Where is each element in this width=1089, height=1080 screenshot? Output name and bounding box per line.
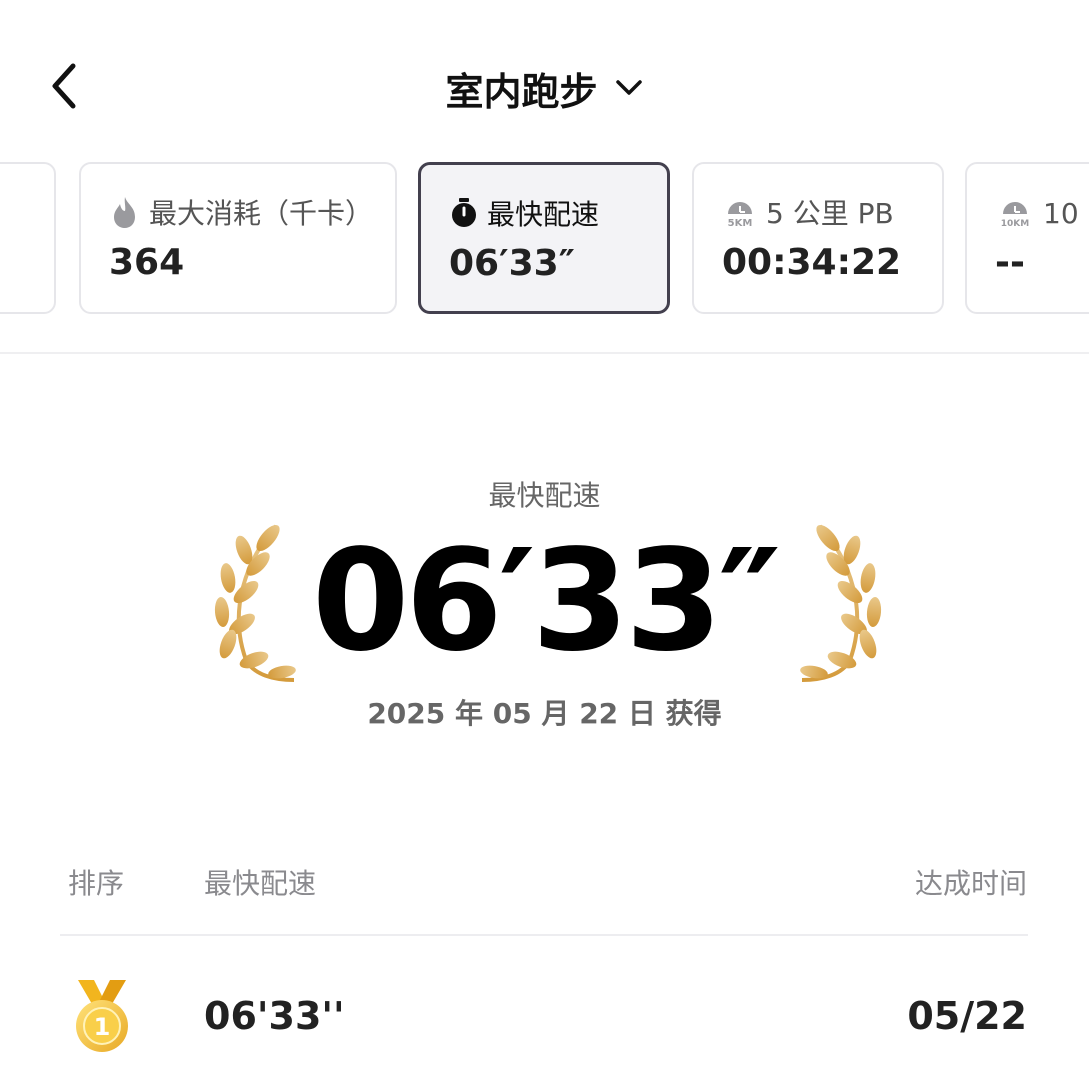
svg-text:1: 1 xyxy=(94,1013,111,1041)
hero-caption: 最快配速 xyxy=(488,479,601,512)
svg-text:5KM: 5KM xyxy=(728,218,753,228)
clock-5km-icon: 5KM xyxy=(722,196,758,228)
divider xyxy=(60,934,1028,936)
stat-card-value: 364 xyxy=(109,242,185,283)
page: 室内跑步 最大消耗（千卡） 364 最快配速 06′33″ 5KM 5 公里 P… xyxy=(0,0,1089,1080)
stat-card-fastest-pace[interactable]: 最快配速 06′33″ xyxy=(418,162,670,314)
stat-card-value: 00:34:22 xyxy=(722,242,902,283)
stat-card-10km-pb[interactable]: 10KM 10 公 -- xyxy=(965,162,1089,314)
stat-card-previous[interactable] xyxy=(0,162,56,314)
flame-icon xyxy=(109,195,141,229)
stat-card-value: -- xyxy=(995,242,1025,283)
stat-card-5km-pb[interactable]: 5KM 5 公里 PB 00:34:22 xyxy=(692,162,944,314)
stat-card-label: 10 公 xyxy=(1043,197,1089,230)
page-title: 室内跑步 xyxy=(445,69,598,114)
stat-card-label: 最大消耗（千卡） xyxy=(149,197,374,230)
hero-date: 2025 年 05 月 22 日 获得 xyxy=(367,697,722,730)
column-header-time: 达成时间 xyxy=(914,867,1027,900)
stat-card-value: 06′33″ xyxy=(449,243,575,284)
sport-type-selector[interactable]: 室内跑步 xyxy=(0,60,1089,116)
gold-medal-icon: 1 xyxy=(76,980,128,1052)
divider xyxy=(0,352,1089,354)
row-pace: 06'33'' xyxy=(204,994,345,1038)
stat-card-max-calories[interactable]: 最大消耗（千卡） 364 xyxy=(79,162,397,314)
stat-card-label: 最快配速 xyxy=(487,198,600,231)
column-header-rank: 排序 xyxy=(68,867,125,900)
column-header-pace: 最快配速 xyxy=(204,867,317,900)
table-row[interactable]: 1 06'33'' 05/22 xyxy=(0,970,1089,1070)
stat-cards-row[interactable]: 最大消耗（千卡） 364 最快配速 06′33″ 5KM 5 公里 PB 00:… xyxy=(0,162,1089,316)
svg-text:10KM: 10KM xyxy=(1001,219,1029,228)
stopwatch-icon xyxy=(449,197,479,229)
stat-card-label: 5 公里 PB xyxy=(766,197,894,230)
clock-10km-icon: 10KM xyxy=(995,196,1035,228)
laurel-right-icon xyxy=(800,524,882,682)
hero-fastest-pace: 06′33″ xyxy=(311,520,781,683)
chevron-down-icon xyxy=(614,73,644,103)
row-date: 05/22 xyxy=(907,994,1027,1038)
